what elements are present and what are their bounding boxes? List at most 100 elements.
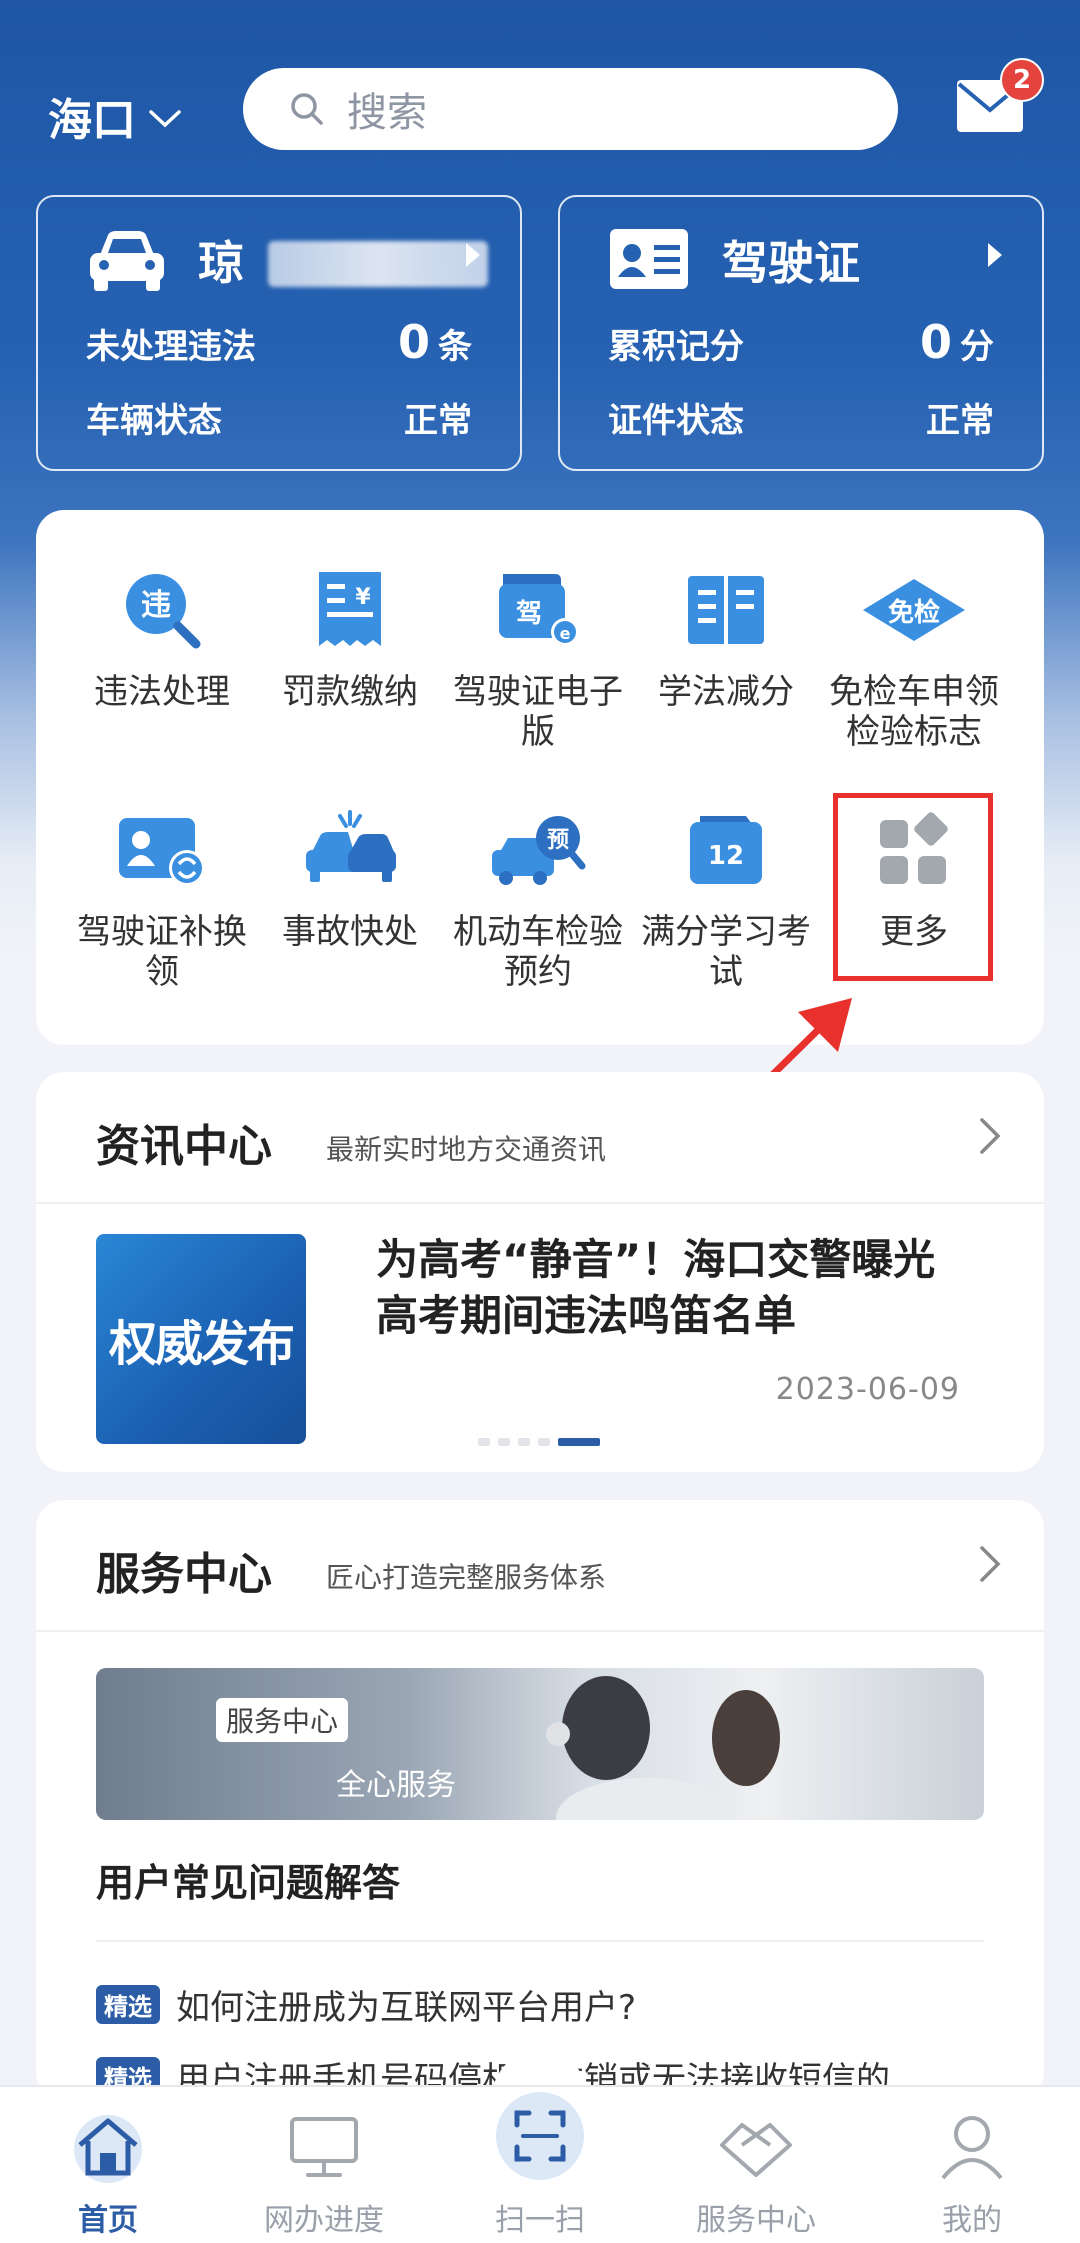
headset-agent-image	[546, 1676, 780, 1820]
service-center-subtitle: 匠心打造完整服务体系	[326, 1561, 607, 1594]
monitor-icon	[290, 2117, 358, 2177]
service-center-title: 服务中心	[96, 1549, 272, 1600]
handshake-icon	[720, 2123, 792, 2177]
faq-question: 如何注册成为互联网平台用户?	[176, 1988, 637, 2028]
svg-text:预: 预	[547, 828, 569, 853]
tab-service-center[interactable]: 服务中心	[648, 2107, 864, 2239]
tab-label: 我的	[942, 2203, 1002, 2238]
svg-text:¥: ¥	[355, 585, 371, 610]
accident-icon	[306, 810, 396, 882]
tab-label: 网办进度	[264, 2203, 384, 2238]
service-label: 事故快处	[282, 912, 418, 952]
violation-count: 0	[397, 315, 430, 369]
news-thumbnail-text: 权威发布	[108, 1316, 295, 1372]
tab-scan[interactable]: 扫一扫	[432, 2092, 648, 2239]
service-label: 学法减分	[658, 672, 794, 712]
violation-search-icon: 违	[126, 574, 201, 649]
search-input[interactable]: 搜索	[243, 68, 898, 150]
tab-profile[interactable]: 我的	[864, 2107, 1080, 2239]
svg-text:e: e	[560, 624, 571, 643]
service-e-license[interactable]: 驾 e 驾驶证电子版	[444, 560, 632, 752]
points-value: 0	[919, 315, 952, 369]
plate-redaction	[268, 241, 488, 287]
news-section: 资讯中心 最新实时地方交通资讯 权威发布 为高考“静音”！海口交警曝光高考期间违…	[36, 1072, 1044, 1472]
inspection-booking-icon: 预	[492, 816, 586, 885]
service-inspection[interactable]: 预 机动车检验预约	[444, 800, 632, 992]
service-label: 罚款缴纳	[282, 672, 418, 712]
service-label: 驾驶证补换领	[77, 912, 247, 992]
tab-label: 服务中心	[696, 2203, 816, 2238]
tab-progress[interactable]: 网办进度	[216, 2107, 432, 2239]
caret-right-icon	[988, 243, 1002, 267]
license-card[interactable]: 驾驶证 累积记分 0分 证件状态 正常	[558, 195, 1044, 471]
service-violation[interactable]: 违 违法处理	[68, 560, 256, 712]
service-label: 驾驶证电子版	[453, 672, 623, 752]
calendar-icon: 12	[690, 816, 762, 884]
violation-label: 未处理违法	[86, 327, 256, 367]
svg-text:免检: 免检	[888, 597, 940, 628]
service-label: 满分学习考试	[641, 912, 811, 992]
vehicle-status-label: 车辆状态	[86, 401, 222, 441]
news-subtitle: 最新实时地方交通资讯	[326, 1133, 607, 1166]
home-icon	[74, 2115, 142, 2183]
plate-number: 琼	[198, 236, 244, 290]
search-icon	[291, 93, 323, 125]
divider	[96, 1940, 984, 1942]
fine-bill-icon: ¥	[319, 572, 381, 646]
chevron-down-icon	[149, 110, 181, 128]
points-unit: 分	[960, 327, 994, 367]
carousel-dots	[478, 1438, 600, 1446]
license-title: 驾驶证	[722, 236, 860, 290]
book-icon	[688, 576, 764, 644]
violation-unit: 条	[438, 327, 472, 367]
svg-text:驾: 驾	[516, 599, 542, 629]
search-placeholder: 搜索	[347, 90, 427, 136]
faq-title: 用户常见问题解答	[96, 1861, 401, 1905]
scan-icon	[496, 2092, 584, 2180]
city-selector[interactable]: 海口	[48, 84, 182, 148]
chevron-right-icon[interactable]	[978, 1116, 1002, 1156]
chevron-right-icon[interactable]	[978, 1544, 1002, 1584]
tab-label: 扫一扫	[495, 2203, 585, 2238]
news-title: 资讯中心	[96, 1121, 272, 1172]
license-renew-icon	[119, 818, 205, 886]
id-card-icon	[610, 229, 688, 289]
news-thumbnail[interactable]: 权威发布	[96, 1234, 306, 1444]
user-icon	[941, 2116, 1003, 2180]
service-full-score[interactable]: 12 满分学习考试	[632, 800, 820, 992]
service-fine[interactable]: ¥ 罚款缴纳	[256, 560, 444, 712]
featured-badge: 精选	[96, 1985, 160, 2024]
service-study[interactable]: 学法减分	[632, 560, 820, 712]
e-license-icon: 驾 e	[499, 574, 579, 646]
service-exempt[interactable]: 免检 免检车申领检验标志	[820, 560, 1008, 752]
faq-item[interactable]: 精选 如何注册成为互联网平台用户?	[96, 1980, 636, 2029]
service-label: 机动车检验预约	[453, 912, 623, 992]
service-accident[interactable]: 事故快处	[256, 800, 444, 952]
news-date: 2023-06-09	[775, 1372, 960, 1407]
svg-text:违: 违	[141, 588, 171, 623]
svg-text:12: 12	[708, 841, 744, 871]
license-status-label: 证件状态	[608, 401, 744, 441]
divider	[36, 1202, 1044, 1204]
news-headline[interactable]: 为高考“静音”！海口交警曝光高考期间违法鸣笛名单	[376, 1232, 976, 1344]
service-label: 免检车申领检验标志	[829, 672, 999, 752]
service-label: 违法处理	[94, 672, 230, 712]
tab-home[interactable]: 首页	[0, 2107, 216, 2239]
points-label: 累积记分	[608, 327, 744, 367]
license-status-value: 正常	[926, 401, 994, 441]
unread-badge: 2	[1000, 58, 1044, 102]
highlight-box	[833, 793, 993, 981]
exempt-badge-icon: 免检	[863, 579, 965, 641]
service-license-renew[interactable]: 驾驶证补换领	[68, 800, 256, 992]
vehicle-status-value: 正常	[404, 401, 472, 441]
city-label: 海口	[48, 95, 136, 146]
banner-motto: 全心服务	[336, 1768, 456, 1803]
service-center-section: 服务中心 匠心打造完整服务体系 服务中心 全心服务 用户常见问题解答 精选 如何…	[36, 1500, 1044, 2100]
bottom-tab-bar: 首页 网办进度 扫一扫 服务中心 我的	[0, 2085, 1080, 2243]
divider	[36, 1630, 1044, 1632]
car-icon	[90, 231, 164, 291]
vehicle-card[interactable]: 琼 未处理违法 0条 车辆状态 正常	[36, 195, 522, 471]
caret-right-icon	[466, 243, 480, 267]
tab-label: 首页	[78, 2203, 138, 2238]
service-banner[interactable]: 服务中心 全心服务	[96, 1668, 984, 1820]
